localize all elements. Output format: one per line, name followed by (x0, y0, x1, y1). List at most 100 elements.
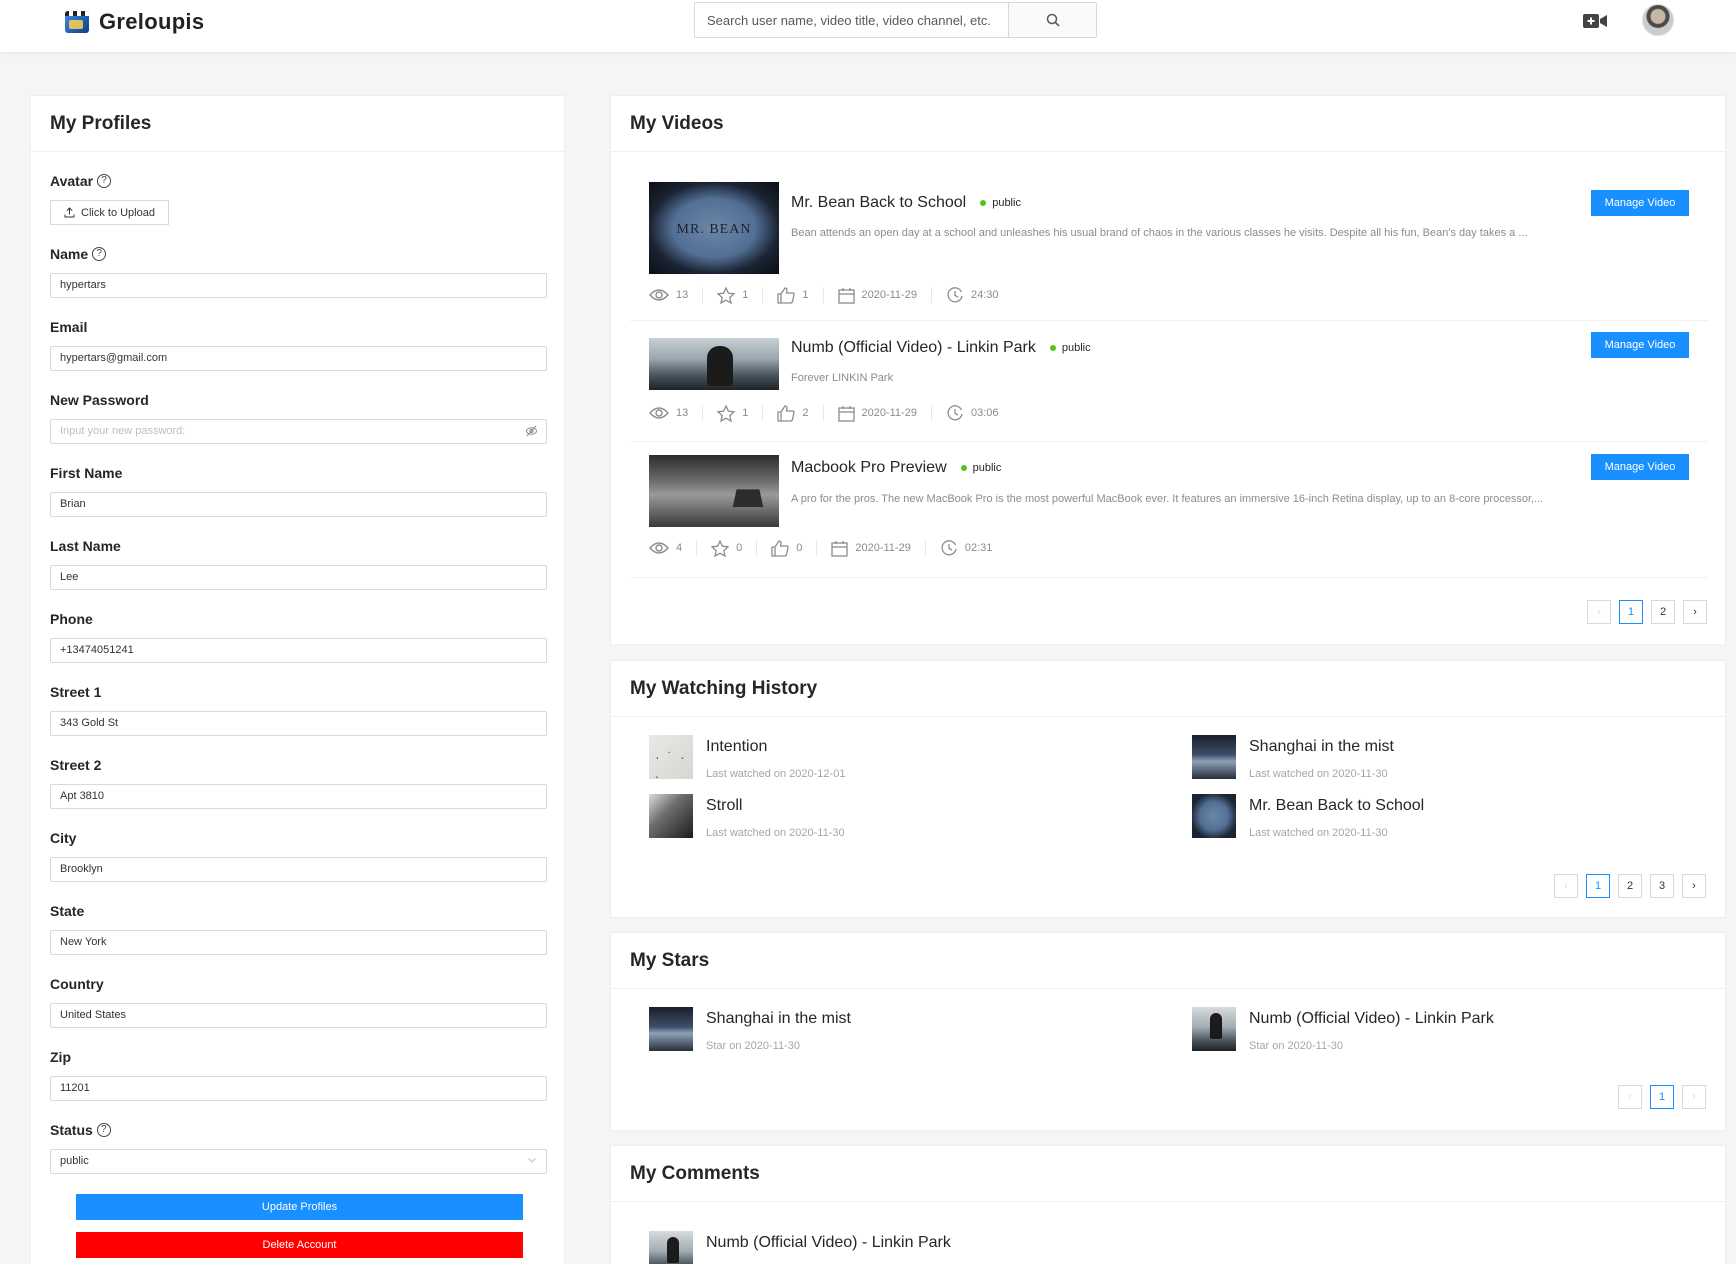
page-button[interactable]: 1 (1619, 600, 1643, 624)
logo[interactable]: Greloupis (65, 9, 204, 35)
video-title[interactable]: Numb (Official Video) - Linkin Park (791, 339, 1036, 357)
manage-video-button[interactable]: Manage Video (1591, 332, 1689, 358)
help-icon[interactable]: ? (92, 247, 107, 261)
user-avatar[interactable] (1642, 4, 1674, 36)
profile-title: My Profiles (50, 112, 152, 134)
video-title[interactable]: Mr. Bean Back to School (791, 194, 966, 212)
password-input[interactable]: Input your new password: (50, 419, 547, 444)
help-icon[interactable]: ? (97, 174, 112, 188)
next-page-button[interactable]: › (1683, 600, 1707, 624)
zip-input[interactable]: 11201 (50, 1076, 547, 1101)
video-description: A pro for the pros. The new MacBook Pro … (791, 493, 1544, 505)
delete-account-button[interactable]: Delete Account (76, 1232, 523, 1258)
prev-page-button[interactable]: ‹ (1554, 874, 1578, 898)
star-icon (717, 404, 736, 422)
comment-item-title[interactable]: Numb (Official Video) - Linkin Park (706, 1234, 951, 1252)
comment-item[interactable]: Numb (Official Video) - Linkin Park (649, 1231, 951, 1264)
clock-icon (947, 404, 963, 420)
history-item[interactable]: Intention Last watched on 2020-12-01 (649, 735, 845, 780)
street1-input[interactable]: 343 Gold St (50, 711, 547, 736)
stars-stat: 1 (717, 286, 764, 304)
status-dot (960, 465, 967, 471)
upload-button[interactable]: Click to Upload (50, 200, 169, 225)
page-button[interactable]: 2 (1651, 600, 1675, 624)
video-description: Bean attends an open day at a school and… (791, 227, 1528, 239)
eye-invisible-icon[interactable] (525, 425, 538, 437)
name-label: Name (50, 246, 89, 262)
next-page-button[interactable]: › (1682, 874, 1706, 898)
star-item-date: Star on 2020-11-30 (706, 1040, 800, 1052)
my-videos-card: My Videos Mr. Bean Back to School public … (610, 95, 1726, 645)
video-thumbnail[interactable] (649, 182, 779, 274)
video-description: Forever LINKIN Park (791, 372, 894, 384)
last-name-input[interactable]: Lee (50, 565, 547, 590)
history-item-title[interactable]: Mr. Bean Back to School (1249, 797, 1424, 815)
name-input[interactable]: hypertars (50, 273, 547, 298)
video-title[interactable]: Macbook Pro Preview (791, 459, 947, 477)
search-bar (694, 2, 1097, 38)
like-icon (771, 539, 789, 557)
likes-stat: 0 (771, 539, 818, 557)
page-button[interactable]: 1 (1650, 1085, 1674, 1109)
prev-page-button[interactable]: ‹ (1618, 1085, 1642, 1109)
views-count: 13 (676, 407, 689, 419)
street2-input[interactable]: Apt 3810 (50, 784, 547, 809)
zip-field: Zip 11201 (50, 1048, 547, 1101)
zip-label: Zip (50, 1049, 71, 1065)
last-name-label: Last Name (50, 538, 121, 554)
next-page-button[interactable]: › (1682, 1085, 1706, 1109)
prev-page-button[interactable]: ‹ (1587, 600, 1611, 624)
upload-video-icon[interactable] (1583, 11, 1607, 31)
country-input[interactable]: United States (50, 1003, 547, 1028)
search-input[interactable] (695, 3, 1008, 37)
page-button[interactable]: 3 (1650, 874, 1674, 898)
email-input[interactable]: hypertars@gmail.com (50, 346, 547, 371)
star-item[interactable]: Shanghai in the mist Star on 2020-11-30 (649, 1007, 851, 1052)
state-input[interactable]: New York (50, 930, 547, 955)
logo-icon (65, 11, 89, 33)
upload-label: Click to Upload (81, 206, 155, 219)
star-icon (711, 539, 730, 557)
first-name-input[interactable]: Brian (50, 492, 547, 517)
history-item-date: Last watched on 2020-11-30 (1249, 768, 1388, 780)
help-icon[interactable]: ? (96, 1123, 111, 1137)
stars-title: My Stars (630, 949, 710, 971)
history-item[interactable]: Shanghai in the mist Last watched on 2020… (1192, 735, 1394, 780)
stars-count: 1 (742, 407, 749, 419)
date-text: 2020-11-29 (855, 542, 911, 554)
stars-stat: 1 (717, 404, 764, 422)
update-profile-button[interactable]: Update Profiles (76, 1194, 523, 1220)
manage-video-button[interactable]: Manage Video (1591, 454, 1689, 480)
video-thumbnail[interactable] (649, 455, 779, 527)
my-stars-card: My Stars Shanghai in the mist Star on 202… (610, 932, 1726, 1131)
duration-stat: 03:06 (946, 404, 1013, 421)
status-select[interactable]: public (50, 1149, 547, 1174)
video-thumbnail (1192, 794, 1236, 838)
country-field: Country United States (50, 975, 547, 1028)
history-item-title[interactable]: Intention (706, 738, 845, 756)
status-dot (980, 200, 987, 206)
history-item-title[interactable]: Stroll (706, 797, 845, 815)
phone-input[interactable]: +13474051241 (50, 638, 547, 663)
star-item[interactable]: Numb (Official Video) - Linkin Park Star … (1192, 1007, 1494, 1052)
page-button[interactable]: 2 (1618, 874, 1642, 898)
star-item-title[interactable]: Shanghai in the mist (706, 1010, 851, 1028)
app-name: Greloupis (99, 9, 205, 34)
video-thumbnail[interactable] (649, 338, 779, 390)
page-button[interactable]: 1 (1586, 874, 1610, 898)
history-item[interactable]: Stroll Last watched on 2020-11-30 (649, 794, 845, 839)
history-item[interactable]: Mr. Bean Back to School Last watched on 2… (1192, 794, 1424, 839)
search-button[interactable] (1008, 3, 1096, 37)
name-field: Name? hypertars (50, 245, 547, 298)
views-stat: 13 (649, 405, 704, 421)
stars-pagination: ‹ 1 › (1618, 1085, 1706, 1109)
last-name-field: Last Name Lee (50, 537, 547, 590)
star-item-title[interactable]: Numb (Official Video) - Linkin Park (1249, 1010, 1494, 1028)
date-text: 2020-11-29 (861, 289, 917, 301)
manage-video-button[interactable]: Manage Video (1591, 190, 1689, 216)
likes-stat: 1 (777, 286, 824, 304)
history-item-title[interactable]: Shanghai in the mist (1249, 738, 1394, 756)
avatar-field: Avatar? Click to Upload (50, 172, 547, 225)
city-input[interactable]: Brooklyn (50, 857, 547, 882)
likes-count: 0 (796, 542, 803, 554)
